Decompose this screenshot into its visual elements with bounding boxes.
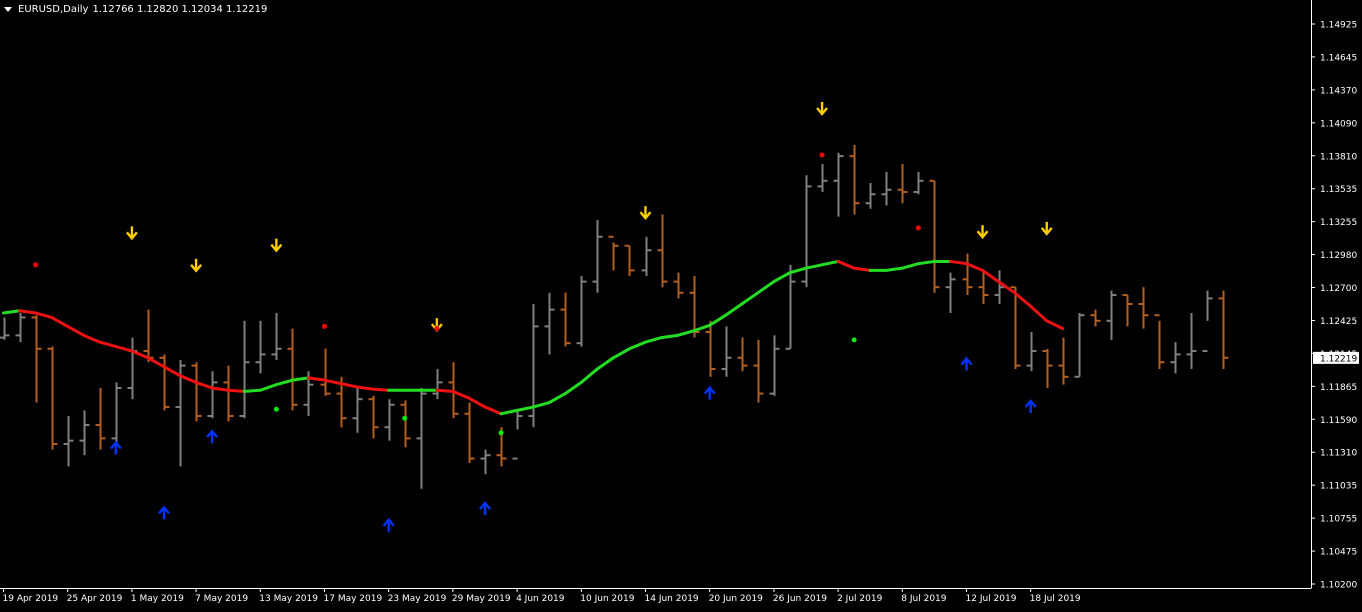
dropdown-triangle-icon[interactable] <box>4 7 12 12</box>
red-signal-dot <box>33 262 39 268</box>
red-signal-dot <box>322 323 327 329</box>
x-tick-label: 4 Jun 2019 <box>516 594 565 604</box>
symbol-label: EURUSD,Daily <box>18 4 89 15</box>
x-tick-label: 2 Jul 2019 <box>837 594 882 604</box>
chart-title-bar: EURUSD,Daily 1.12766 1.12820 1.12034 1.1… <box>4 4 267 15</box>
y-tick-label: 1.13810 <box>1320 152 1357 162</box>
ma-segment <box>242 388 262 393</box>
price-chart[interactable]: 1.14925 1.14645 1.14370 1.14090 1.13810 1.135… <box>0 0 1362 608</box>
y-tick-label: 1.11310 <box>1320 449 1357 459</box>
y-tick-label: 1.11590 <box>1320 416 1357 426</box>
green-signal-dot <box>402 415 408 421</box>
x-tick-label: 13 May 2019 <box>259 594 318 604</box>
y-tick-label: 1.10200 <box>1320 581 1357 591</box>
x-tick-label: 8 Jul 2019 <box>901 594 946 604</box>
x-tick-label: 25 Apr 2019 <box>67 594 123 604</box>
y-tick-label: 1.10475 <box>1320 548 1357 558</box>
y-tick-label: 1.13255 <box>1320 218 1357 228</box>
y-tick-label: 1.10755 <box>1320 515 1357 525</box>
x-tick-label: 23 May 2019 <box>388 594 447 604</box>
y-tick-label: 1.14925 <box>1320 21 1357 31</box>
y-tick-label: 1.11035 <box>1320 482 1357 492</box>
green-signal-dot <box>851 337 857 343</box>
y-tick-label: 1.12425 <box>1320 317 1357 327</box>
y-tick-label: 1.14370 <box>1320 86 1357 96</box>
x-tick-label: 1 May 2019 <box>131 594 184 604</box>
x-tick-label: 29 May 2019 <box>452 594 511 604</box>
chart-background <box>0 0 1362 608</box>
y-tick-label: 1.12700 <box>1320 284 1357 294</box>
x-tick-label: 12 Jul 2019 <box>966 594 1017 604</box>
x-tick-label: 18 Jul 2019 <box>1030 594 1081 604</box>
x-tick-label: 19 Apr 2019 <box>3 594 59 604</box>
y-tick-label: 1.12980 <box>1320 251 1357 261</box>
x-tick-label: 10 Jun 2019 <box>580 594 634 604</box>
y-tick-label: 1.14645 <box>1320 53 1357 63</box>
chart-window[interactable]: EURUSD,Daily 1.12766 1.12820 1.12034 1.1… <box>0 0 1362 608</box>
x-tick-label: 14 Jun 2019 <box>645 594 699 604</box>
x-tick-label: 26 Jun 2019 <box>773 594 827 604</box>
green-signal-dot <box>273 406 279 412</box>
x-tick-label: 7 May 2019 <box>195 594 248 604</box>
red-signal-dot <box>915 225 921 231</box>
red-signal-dot <box>819 152 825 158</box>
y-tick-label: 1.11865 <box>1320 383 1357 393</box>
ma-segment <box>435 388 455 393</box>
ohlc-label: 1.12766 1.12820 1.12034 1.12219 <box>92 4 268 15</box>
ma-segment <box>371 387 391 392</box>
y-tick-label: 1.14090 <box>1320 119 1357 129</box>
green-signal-dot <box>498 430 504 436</box>
current-price-label: 1.12219 <box>1313 351 1359 364</box>
red-signal-dot <box>434 326 440 332</box>
x-tick-label: 17 May 2019 <box>324 594 383 604</box>
x-tick-label: 20 Jun 2019 <box>709 594 763 604</box>
y-tick-label: 1.13535 <box>1320 185 1357 195</box>
price-label-text: 1.12219 <box>1320 354 1357 364</box>
ma-segment <box>226 388 246 393</box>
